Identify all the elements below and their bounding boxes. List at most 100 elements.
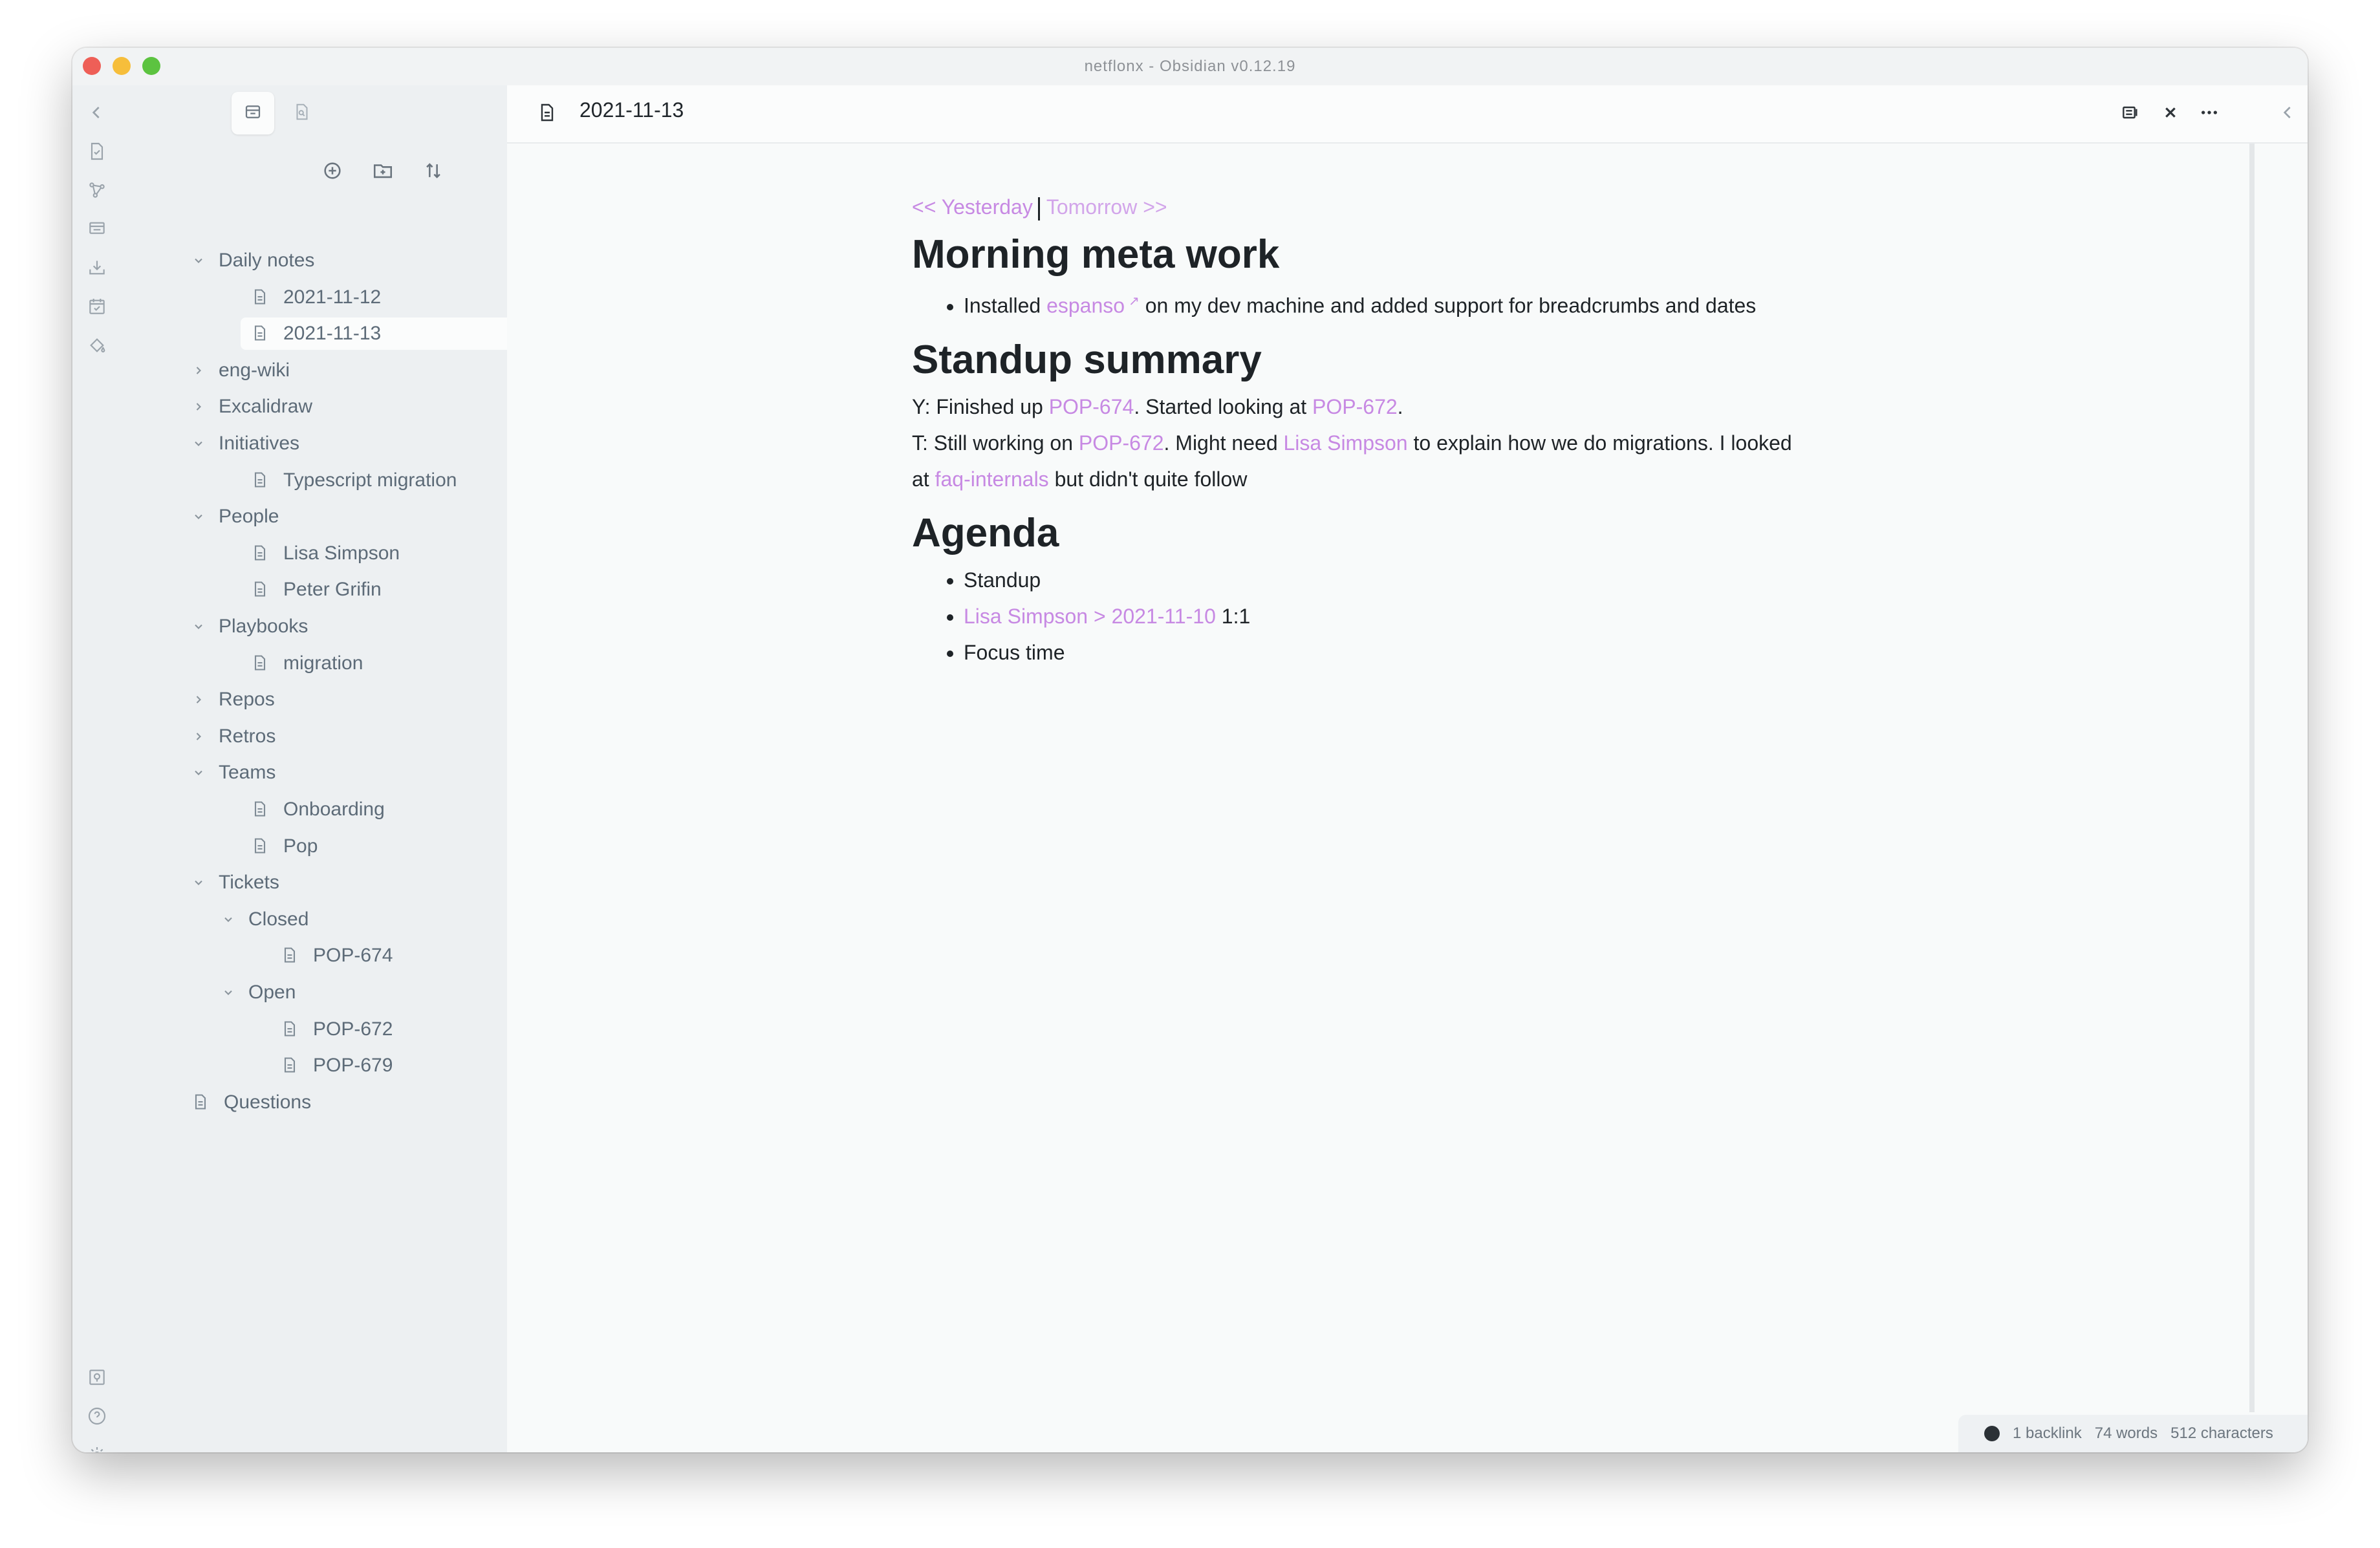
zoom-window-button[interactable] bbox=[142, 57, 160, 75]
tree-folder[interactable]: Tickets bbox=[189, 866, 279, 899]
lisa-simpson-link[interactable]: Lisa Simpson bbox=[1284, 431, 1408, 455]
chevron-down-icon[interactable] bbox=[219, 910, 238, 929]
tree-file[interactable]: migration bbox=[251, 647, 363, 680]
backlink-count[interactable]: 1 backlink bbox=[2013, 1424, 2082, 1443]
paint-bucket-icon[interactable] bbox=[87, 335, 110, 358]
tree-item-label: Playbooks bbox=[219, 616, 308, 637]
search-icon bbox=[292, 102, 312, 125]
file-icon bbox=[251, 654, 270, 673]
pop-672-link[interactable]: POP-672 bbox=[1079, 431, 1164, 455]
tree-item-label: Closed bbox=[248, 908, 309, 930]
chevron-down-icon[interactable] bbox=[189, 507, 208, 526]
tree-file[interactable]: POP-674 bbox=[281, 940, 393, 972]
new-folder-icon bbox=[372, 160, 394, 185]
minimize-window-button[interactable] bbox=[113, 57, 131, 75]
new-folder-button[interactable] bbox=[367, 156, 398, 188]
collapse-left-icon[interactable] bbox=[87, 102, 110, 125]
tree-folder[interactable]: Daily notes bbox=[189, 244, 314, 277]
tree-folder[interactable]: People bbox=[189, 500, 279, 533]
yesterday-link[interactable]: << Yesterday bbox=[912, 195, 1033, 219]
tree-item-label: 2021-11-12 bbox=[283, 286, 382, 308]
tree-item-label: Daily notes bbox=[219, 250, 315, 271]
collapse-right-icon[interactable] bbox=[2278, 102, 2299, 126]
tree-file[interactable]: 2021-11-12 bbox=[251, 281, 381, 314]
tree-folder[interactable]: Initiatives bbox=[189, 427, 299, 460]
pop-672-link[interactable]: POP-672 bbox=[1312, 395, 1398, 418]
chevron-down-icon[interactable] bbox=[189, 873, 208, 892]
list-item: Lisa Simpson > 2021-11-10 1:1 bbox=[964, 598, 1837, 634]
reading-mode-icon[interactable] bbox=[2120, 102, 2141, 126]
chevron-right-icon[interactable] bbox=[189, 397, 208, 416]
sync-status-icon[interactable] bbox=[1984, 1426, 2000, 1441]
daily-note-icon[interactable] bbox=[87, 296, 110, 319]
scrollbar[interactable] bbox=[2249, 144, 2255, 1412]
character-count: 512 characters bbox=[2170, 1424, 2273, 1442]
kanban-icon[interactable] bbox=[87, 219, 110, 242]
tree-folder[interactable]: Open bbox=[219, 976, 296, 1009]
tree-folder[interactable]: Retros bbox=[189, 720, 276, 753]
settings-icon[interactable] bbox=[87, 1445, 110, 1452]
new-note-icon bbox=[321, 160, 343, 185]
tree-folder[interactable]: Closed bbox=[219, 903, 308, 936]
file-explorer-sidebar: Daily notes 2021-11-12 2021-11-13 eng-wiki E… bbox=[124, 85, 516, 1452]
tree-item-label: Excalidraw bbox=[219, 396, 313, 418]
tree-folder[interactable]: Teams bbox=[189, 757, 276, 789]
open-vault-icon[interactable] bbox=[87, 1367, 110, 1390]
chevron-down-icon[interactable] bbox=[189, 763, 208, 782]
import-icon[interactable] bbox=[87, 257, 110, 281]
tree-file[interactable]: Lisa Simpson bbox=[251, 537, 400, 570]
tree-file[interactable]: POP-672 bbox=[281, 1013, 393, 1046]
file-icon bbox=[281, 1020, 300, 1039]
tree-item-label: POP-679 bbox=[313, 1055, 393, 1077]
text-span: . bbox=[1397, 394, 1403, 418]
list-item: Standup bbox=[964, 562, 1837, 598]
tree-file[interactable]: Questions bbox=[191, 1086, 311, 1119]
view-header: 2021-11-13 bbox=[507, 85, 2308, 144]
close-icon[interactable] bbox=[2160, 102, 2181, 126]
tree-file[interactable]: Onboarding bbox=[251, 793, 385, 826]
file-explorer-tab[interactable] bbox=[232, 92, 274, 134]
tree-folder[interactable]: Playbooks bbox=[189, 610, 308, 643]
new-note-button[interactable] bbox=[317, 156, 348, 188]
left-ribbon bbox=[72, 85, 124, 1452]
tree-folder[interactable]: eng-wiki bbox=[189, 354, 290, 387]
chevron-right-icon[interactable] bbox=[189, 727, 208, 746]
tree-file[interactable]: 2021-11-13 bbox=[241, 317, 516, 350]
chevron-down-icon[interactable] bbox=[189, 434, 208, 453]
tree-item-label: Typescript migration bbox=[283, 469, 457, 491]
search-tab[interactable] bbox=[281, 92, 323, 134]
heading-standup: Standup summary bbox=[912, 337, 1262, 382]
standup-today: T: Still working on POP-672. Might need … bbox=[912, 425, 1804, 497]
file-icon bbox=[251, 800, 270, 819]
text-span: Installed bbox=[964, 294, 1047, 317]
agenda-list: Standup Lisa Simpson > 2021-11-10 1:1 Fo… bbox=[912, 562, 1837, 671]
text-cursor bbox=[1037, 197, 1040, 220]
tree-file[interactable]: Pop bbox=[251, 830, 318, 863]
list-item: Installed espanso ↗ on my dev machine and… bbox=[964, 283, 1837, 324]
chevron-right-icon[interactable] bbox=[189, 690, 208, 709]
sort-button[interactable] bbox=[418, 156, 449, 188]
faq-internals-link[interactable]: faq-internals bbox=[935, 468, 1049, 491]
more-options-icon[interactable] bbox=[2199, 102, 2220, 126]
chevron-right-icon[interactable] bbox=[189, 361, 208, 380]
tomorrow-link[interactable]: Tomorrow >> bbox=[1046, 195, 1167, 219]
file-explorer-icon bbox=[243, 102, 263, 125]
pop-674-link[interactable]: POP-674 bbox=[1049, 395, 1134, 418]
chevron-down-icon[interactable] bbox=[219, 983, 238, 1002]
close-window-button[interactable] bbox=[83, 57, 101, 75]
tree-folder[interactable]: Excalidraw bbox=[189, 391, 312, 423]
open-quick-switcher-icon[interactable] bbox=[87, 141, 110, 164]
note-title[interactable]: 2021-11-13 bbox=[579, 98, 684, 122]
tree-folder[interactable]: Repos bbox=[189, 683, 275, 716]
tree-file[interactable]: Typescript migration bbox=[251, 464, 457, 497]
lisa-simpson-heading-link[interactable]: Lisa Simpson > 2021-11-10 bbox=[964, 605, 1216, 628]
chevron-down-icon[interactable] bbox=[189, 617, 208, 636]
tree-file[interactable]: Peter Grifin bbox=[251, 574, 382, 606]
morning-list: Installed espanso ↗ on my dev machine and… bbox=[912, 283, 1837, 324]
chevron-down-icon[interactable] bbox=[189, 251, 208, 270]
graph-view-icon[interactable] bbox=[87, 180, 110, 203]
help-icon[interactable] bbox=[87, 1406, 110, 1429]
tree-item-label: Questions bbox=[224, 1091, 312, 1113]
tree-file[interactable]: POP-679 bbox=[281, 1049, 393, 1082]
espanso-external-link[interactable]: espanso bbox=[1046, 294, 1125, 317]
